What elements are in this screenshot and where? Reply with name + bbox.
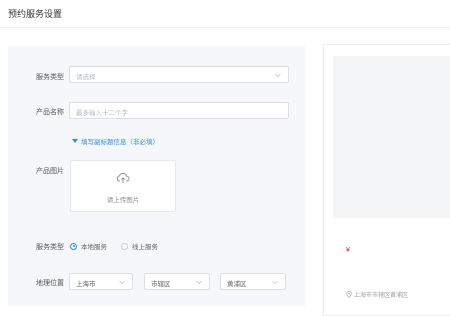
preview-card: ¥ 上海市市辖区黄浦区 [323,44,450,316]
chevron-down-icon [196,280,202,285]
radio-local-label: 本地服务 [81,244,107,251]
area-select[interactable]: 黄浦区 [220,273,286,290]
page-title: 预约服务设置 [8,9,63,19]
radio-online-service[interactable]: 线上服务 [121,241,158,251]
district-value: 市辖区 [151,281,171,288]
service-type-placeholder: 请选择 [76,74,96,81]
chevron-down-icon [119,280,125,285]
product-name-input[interactable]: 最多输入十二个字 [69,102,289,119]
area-value: 黄浦区 [227,281,247,288]
preview-image-placeholder [333,56,450,218]
product-name-label: 产品名称 [36,109,64,116]
subtitle-toggle-label: 填写副标题信息（非必填） [81,139,159,146]
location-pin-icon [346,291,352,298]
chevron-down-icon [275,73,281,78]
location-label: 地理位置 [36,280,64,287]
preview-price: ¥ [346,247,350,254]
product-image-label: 产品图片 [36,168,64,175]
product-name-placeholder: 最多输入十二个字 [76,110,128,117]
chevron-down-icon [272,280,278,285]
radio-local-service[interactable]: 本地服务 [70,241,107,251]
cloud-upload-icon [116,172,130,183]
radio-dot [70,242,77,250]
service-mode-label: 服务类型 [36,244,64,251]
subtitle-toggle[interactable]: 填写副标题信息（非必填） [72,136,159,146]
page-header: 预约服务设置 [0,0,450,28]
image-upload-area[interactable]: 请上传图片 [70,160,176,212]
preview-address-text: 上海市市辖区黄浦区 [354,293,409,299]
radio-online-label: 线上服务 [132,244,158,251]
triangle-down-icon [72,139,78,143]
preview-address: 上海市市辖区黄浦区 [346,290,408,299]
radio-dot [121,242,128,250]
upload-hint: 请上传图片 [106,197,140,204]
service-type-select[interactable]: 请选择 [69,66,289,83]
province-select[interactable]: 上海市 [69,273,133,290]
service-type-label: 服务类型 [36,74,64,81]
district-select[interactable]: 市辖区 [144,273,210,290]
province-value: 上海市 [76,281,96,288]
